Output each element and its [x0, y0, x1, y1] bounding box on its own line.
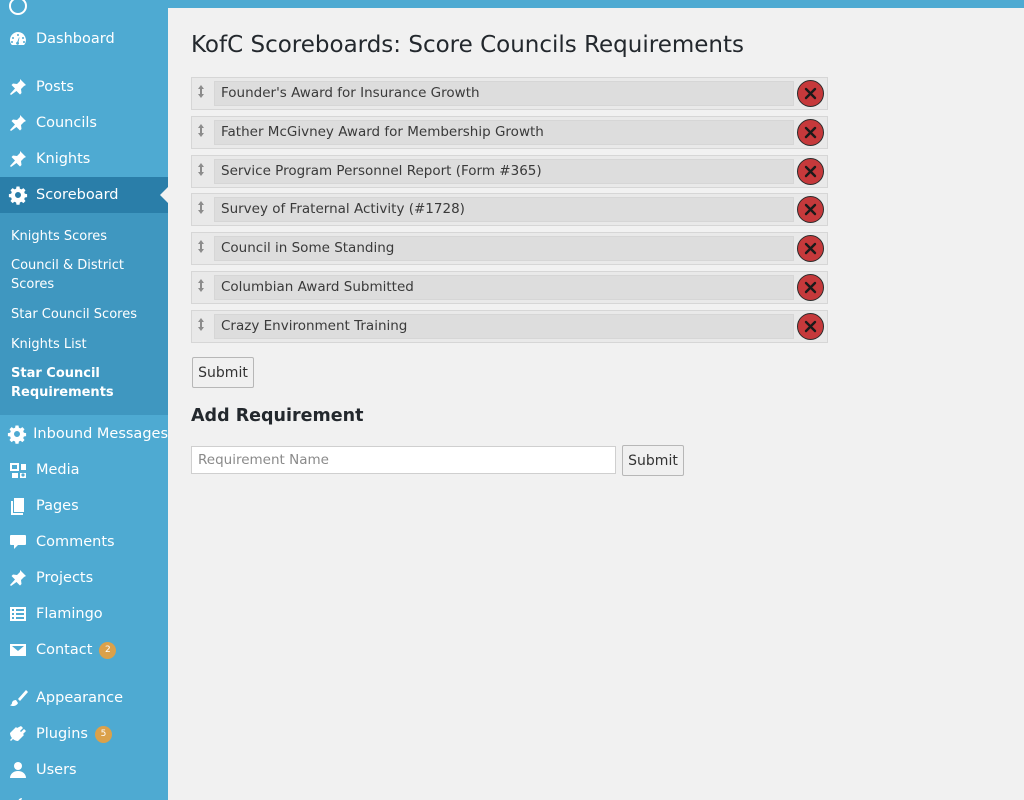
user-icon: [0, 752, 36, 788]
admin-sidebar: Dashboard Posts Councils Knights Scorebo…: [0, 0, 168, 800]
update-count-badge: 2: [99, 641, 117, 659]
submenu-item-star-council-requirements[interactable]: Star Council Requirements: [11, 364, 161, 402]
sidebar-item-comments[interactable]: Comments: [0, 524, 168, 560]
sidebar-item-label: Comments: [36, 534, 115, 550]
submenu-item-council-district-scores[interactable]: Council & District Scores: [11, 256, 161, 294]
page-title: KofC Scoreboards: Score Councils Require…: [191, 32, 744, 58]
drag-handle-icon[interactable]: [195, 85, 207, 101]
requirement-name-field[interactable]: Father McGivney Award for Membership Gro…: [214, 119, 794, 145]
sidebar-item-label: Flamingo: [36, 606, 103, 622]
delete-requirement-icon[interactable]: [797, 312, 824, 340]
sidebar-item-label: Dashboard: [36, 31, 115, 47]
requirement-name-field[interactable]: Council in Some Standing: [214, 236, 794, 262]
submenu-item-knights-list[interactable]: Knights List: [11, 335, 161, 354]
sidebar-item-label: Projects: [36, 570, 94, 586]
sidebar-item-dashboard[interactable]: Dashboard: [0, 21, 168, 57]
sidebar-item-label: Inbound Messages: [33, 426, 168, 442]
requirement-name-input[interactable]: [191, 446, 616, 474]
list-icon: [0, 596, 36, 632]
drag-handle-icon[interactable]: [195, 317, 207, 334]
gear-icon: [0, 177, 36, 213]
pin-icon: [0, 560, 36, 596]
comment-icon: [0, 524, 36, 560]
requirement-row: Founder's Award for Insurance Growth: [191, 77, 828, 110]
plugin-icon: [0, 716, 36, 752]
sidebar-item-appearance[interactable]: Appearance: [0, 680, 168, 716]
requirement-row: Father McGivney Award for Membership Gro…: [191, 115, 828, 149]
requirement-row: Council in Some Standing: [191, 232, 828, 266]
gear-icon: [0, 416, 33, 452]
media-icon: [0, 452, 36, 488]
sidebar-item-posts[interactable]: Posts: [0, 69, 168, 105]
drag-handle-icon[interactable]: [195, 240, 207, 256]
delete-requirement-icon[interactable]: [797, 196, 824, 224]
requirement-name-field[interactable]: Columbian Award Submitted: [214, 275, 794, 300]
delete-requirement-icon[interactable]: [797, 80, 824, 107]
requirement-name-field[interactable]: Crazy Environment Training: [214, 313, 794, 339]
sidebar-item-label: Appearance: [36, 690, 124, 706]
add-requirement-submit-button[interactable]: Submit: [622, 445, 684, 476]
pages-icon: [0, 488, 36, 524]
requirement-name-field[interactable]: Founder's Award for Insurance Growth: [214, 81, 794, 106]
sidebar-item-label: Councils: [36, 115, 97, 131]
sidebar-item-media[interactable]: Media: [0, 452, 168, 488]
dashboard-icon: [0, 21, 36, 57]
pin-icon: [0, 141, 36, 177]
sidebar-item-councils[interactable]: Councils: [0, 105, 168, 141]
delete-requirement-icon[interactable]: [797, 274, 824, 301]
requirement-row: Columbian Award Submitted: [191, 271, 828, 304]
sidebar-item-inbound-messages[interactable]: Inbound Messages: [0, 416, 168, 452]
requirement-row: Crazy Environment Training: [191, 309, 828, 343]
pin-icon: [0, 69, 36, 105]
drag-handle-icon[interactable]: [195, 162, 207, 179]
sidebar-item-plugins[interactable]: Plugins 5: [0, 716, 168, 752]
sidebar-item-tools[interactable]: [0, 788, 168, 800]
sidebar-item-users[interactable]: Users: [0, 752, 168, 788]
wrench-icon: [0, 788, 36, 800]
add-requirement-heading: Add Requirement: [191, 406, 364, 426]
drag-handle-icon[interactable]: [195, 201, 207, 217]
submenu-item-star-council-scores[interactable]: Star Council Scores: [11, 305, 161, 324]
requirement-row: Survey of Fraternal Activity (#1728): [191, 193, 828, 227]
drag-handle-icon[interactable]: [195, 123, 207, 140]
delete-requirement-icon[interactable]: [797, 157, 824, 185]
scoreboard-submenu: Knights Scores Council & District Scores…: [0, 213, 168, 415]
requirement-name-field[interactable]: Service Program Personnel Report (Form #…: [214, 158, 794, 184]
requirement-name-field[interactable]: Survey of Fraternal Activity (#1728): [214, 197, 794, 223]
update-count-badge: 5: [94, 725, 112, 743]
sidebar-item-flamingo[interactable]: Flamingo: [0, 596, 168, 632]
sidebar-item-label: Contact: [36, 642, 93, 658]
brush-icon: [0, 680, 36, 716]
sidebar-item-label: Knights: [36, 151, 91, 167]
sidebar-item-label: Scoreboard: [36, 187, 119, 203]
submenu-item-knights-scores[interactable]: Knights Scores: [11, 227, 161, 246]
pin-icon: [0, 105, 36, 141]
sidebar-item-scoreboard[interactable]: Scoreboard: [0, 177, 168, 213]
sidebar-item-contact[interactable]: Contact 2: [0, 632, 168, 668]
sidebar-item-label: Posts: [36, 79, 74, 95]
delete-requirement-icon[interactable]: [797, 118, 824, 146]
sidebar-item-label: Users: [36, 762, 77, 778]
submit-requirements-button[interactable]: Submit: [192, 357, 254, 388]
sidebar-item-knights[interactable]: Knights: [0, 141, 168, 177]
sidebar-item-label: Pages: [36, 498, 79, 514]
sidebar-item-label: Media: [36, 462, 80, 478]
sidebar-item-pages[interactable]: Pages: [0, 488, 168, 524]
sidebar-item-label: Plugins: [36, 726, 88, 742]
mail-icon: [0, 632, 36, 668]
main-content: KofC Scoreboards: Score Councils Require…: [168, 8, 1024, 800]
sidebar-item-projects[interactable]: Projects: [0, 560, 168, 596]
delete-requirement-icon[interactable]: [797, 235, 824, 263]
requirement-row: Service Program Personnel Report (Form #…: [191, 154, 828, 188]
drag-handle-icon[interactable]: [195, 279, 207, 295]
